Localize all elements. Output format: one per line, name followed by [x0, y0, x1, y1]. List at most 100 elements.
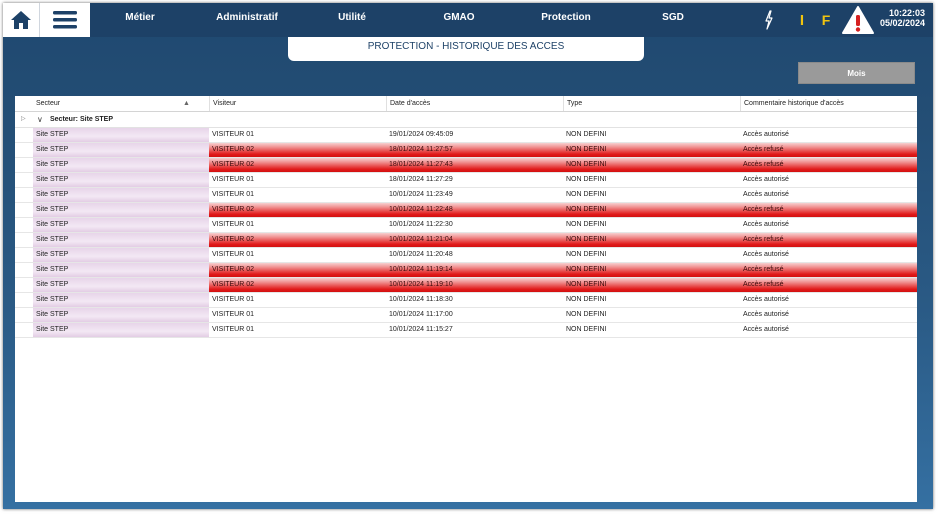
cell-commentaire: Accès autorisé — [743, 326, 789, 333]
lightning-icon — [765, 10, 773, 30]
table-row[interactable]: Site STEP VISITEUR 02 18/01/2024 11:27:57 N… — [15, 143, 917, 158]
cell-date: 10/01/2024 11:15:27 — [389, 326, 453, 333]
cell-secteur: Site STEP — [33, 308, 209, 322]
cell-secteur: Site STEP — [33, 248, 209, 262]
cell-date: 18/01/2024 11:27:29 — [389, 176, 453, 183]
cell-commentaire: Accès refusé — [740, 203, 917, 217]
cell-visiteur: VISITEUR 02 — [209, 233, 386, 247]
group-row[interactable]: ▷ ∨ Secteur: Site STEP — [15, 112, 917, 128]
cell-type: NON DEFINI — [566, 251, 607, 258]
cell-commentaire: Accès refusé — [740, 263, 917, 277]
cell-type: NON DEFINI — [563, 263, 740, 277]
table-row[interactable]: Site STEP VISITEUR 02 10/01/2024 11:22:48 N… — [15, 203, 917, 218]
cell-commentaire: Accès autorisé — [743, 311, 789, 318]
cell-commentaire: Accès refusé — [740, 233, 917, 247]
cell-secteur: Site STEP — [33, 188, 209, 202]
header-commentaire[interactable]: Commentaire historique d'accès — [740, 96, 917, 111]
header-visiteur[interactable]: Visiteur — [209, 96, 386, 111]
group-label: Secteur: Site STEP — [50, 116, 114, 123]
power-indicator[interactable] — [761, 7, 777, 33]
sort-ascending-icon[interactable]: ▲ — [183, 96, 190, 111]
cell-date: 10/01/2024 11:20:48 — [389, 251, 453, 258]
nav-sgd[interactable]: SGD — [655, 3, 691, 37]
cell-commentaire: Accès refusé — [740, 278, 917, 292]
nav-administratif[interactable]: Administratif — [207, 3, 287, 37]
cell-type: NON DEFINI — [563, 143, 740, 157]
mois-button[interactable]: Mois — [798, 62, 915, 84]
cell-date: 10/01/2024 11:23:49 — [389, 191, 453, 198]
nav-gmao[interactable]: GMAO — [436, 3, 482, 37]
warning-icon — [842, 6, 874, 34]
cell-type: NON DEFINI — [566, 176, 607, 183]
menu-button[interactable] — [39, 3, 90, 37]
cell-type: NON DEFINI — [566, 311, 607, 318]
table-row[interactable]: Site STEP VISITEUR 01 10/01/2024 11:17:00 N… — [15, 308, 917, 323]
cell-type: NON DEFINI — [566, 326, 607, 333]
cell-visiteur: VISITEUR 02 — [209, 278, 386, 292]
table-row[interactable]: Site STEP VISITEUR 02 10/01/2024 11:19:10 N… — [15, 278, 917, 293]
cell-date: 10/01/2024 11:22:48 — [386, 203, 563, 217]
cell-visiteur: VISITEUR 02 — [209, 263, 386, 277]
cell-date: 10/01/2024 11:19:14 — [386, 263, 563, 277]
cell-visiteur: VISITEUR 01 — [212, 176, 255, 183]
table-row[interactable]: Site STEP VISITEUR 01 10/01/2024 11:23:49 N… — [15, 188, 917, 203]
cell-commentaire: Accès autorisé — [743, 221, 789, 228]
cell-date: 18/01/2024 11:27:57 — [386, 143, 563, 157]
expand-triangle-icon[interactable]: ▷ — [21, 112, 26, 127]
cell-type: NON DEFINI — [566, 131, 607, 138]
home-button[interactable] — [3, 3, 39, 37]
clock-time: 10:22:03 — [888, 8, 925, 18]
cell-type: NON DEFINI — [563, 158, 740, 172]
cell-visiteur: VISITEUR 02 — [209, 143, 386, 157]
indicator-i[interactable]: I — [796, 7, 808, 33]
cell-visiteur: VISITEUR 01 — [212, 326, 255, 333]
table-row[interactable]: Site STEP VISITEUR 01 10/01/2024 11:22:30 N… — [15, 218, 917, 233]
cell-secteur: Site STEP — [33, 233, 209, 247]
top-bar: Métier Administratif Utilité GMAO Protec… — [3, 3, 933, 37]
cell-commentaire: Accès autorisé — [743, 191, 789, 198]
table-row[interactable]: Site STEP VISITEUR 02 10/01/2024 11:19:14 N… — [15, 263, 917, 278]
cell-visiteur: VISITEUR 02 — [209, 158, 386, 172]
home-icon — [11, 11, 31, 29]
table-row[interactable]: Site STEP VISITEUR 02 18/01/2024 11:27:43 N… — [15, 158, 917, 173]
cell-secteur: Site STEP — [33, 278, 209, 292]
table-row[interactable]: Site STEP VISITEUR 01 10/01/2024 11:18:30 N… — [15, 293, 917, 308]
cell-secteur: Site STEP — [33, 293, 209, 307]
cell-secteur: Site STEP — [33, 128, 209, 142]
app-window: Métier Administratif Utilité GMAO Protec… — [3, 3, 933, 509]
cell-date: 19/01/2024 09:45:09 — [389, 131, 454, 138]
cell-secteur: Site STEP — [33, 158, 209, 172]
cell-secteur: Site STEP — [33, 218, 209, 232]
cell-type: NON DEFINI — [566, 221, 607, 228]
header-type[interactable]: Type — [563, 96, 740, 111]
cell-date: 10/01/2024 11:19:10 — [386, 278, 563, 292]
page-title: PROTECTION - HISTORIQUE DES ACCES — [288, 37, 644, 61]
header-date[interactable]: Date d'accès — [386, 96, 563, 111]
cell-type: NON DEFINI — [566, 296, 607, 303]
cell-type: NON DEFINI — [563, 278, 740, 292]
cell-secteur: Site STEP — [33, 263, 209, 277]
cell-date: 10/01/2024 11:18:30 — [389, 296, 453, 303]
cell-commentaire: Accès refusé — [740, 143, 917, 157]
chevron-down-icon[interactable]: ∨ — [37, 112, 43, 127]
cell-visiteur: VISITEUR 01 — [212, 221, 255, 228]
table-row[interactable]: Site STEP VISITEUR 01 10/01/2024 11:15:27 N… — [15, 323, 917, 338]
cell-commentaire: Accès autorisé — [743, 251, 789, 258]
cell-visiteur: VISITEUR 01 — [212, 131, 255, 138]
cell-visiteur: VISITEUR 01 — [212, 311, 255, 318]
nav-metier[interactable]: Métier — [107, 3, 173, 37]
table-row[interactable]: Site STEP VISITEUR 02 10/01/2024 11:21:04 N… — [15, 233, 917, 248]
alarm-button[interactable] — [840, 5, 876, 35]
table-row[interactable]: Site STEP VISITEUR 01 10/01/2024 11:20:48 N… — [15, 248, 917, 263]
cell-visiteur: VISITEUR 01 — [212, 251, 255, 258]
cell-visiteur: VISITEUR 01 — [212, 191, 255, 198]
indicator-f[interactable]: F — [819, 7, 833, 33]
cell-visiteur: VISITEUR 01 — [212, 296, 255, 303]
cell-date: 18/01/2024 11:27:43 — [386, 158, 563, 172]
table-row[interactable]: Site STEP VISITEUR 01 19/01/2024 09:45:09 N… — [15, 128, 917, 143]
nav-utilite[interactable]: Utilité — [329, 3, 375, 37]
cell-type: NON DEFINI — [563, 203, 740, 217]
cell-secteur: Site STEP — [33, 143, 209, 157]
table-row[interactable]: Site STEP VISITEUR 01 18/01/2024 11:27:29 N… — [15, 173, 917, 188]
nav-protection[interactable]: Protection — [533, 3, 599, 37]
